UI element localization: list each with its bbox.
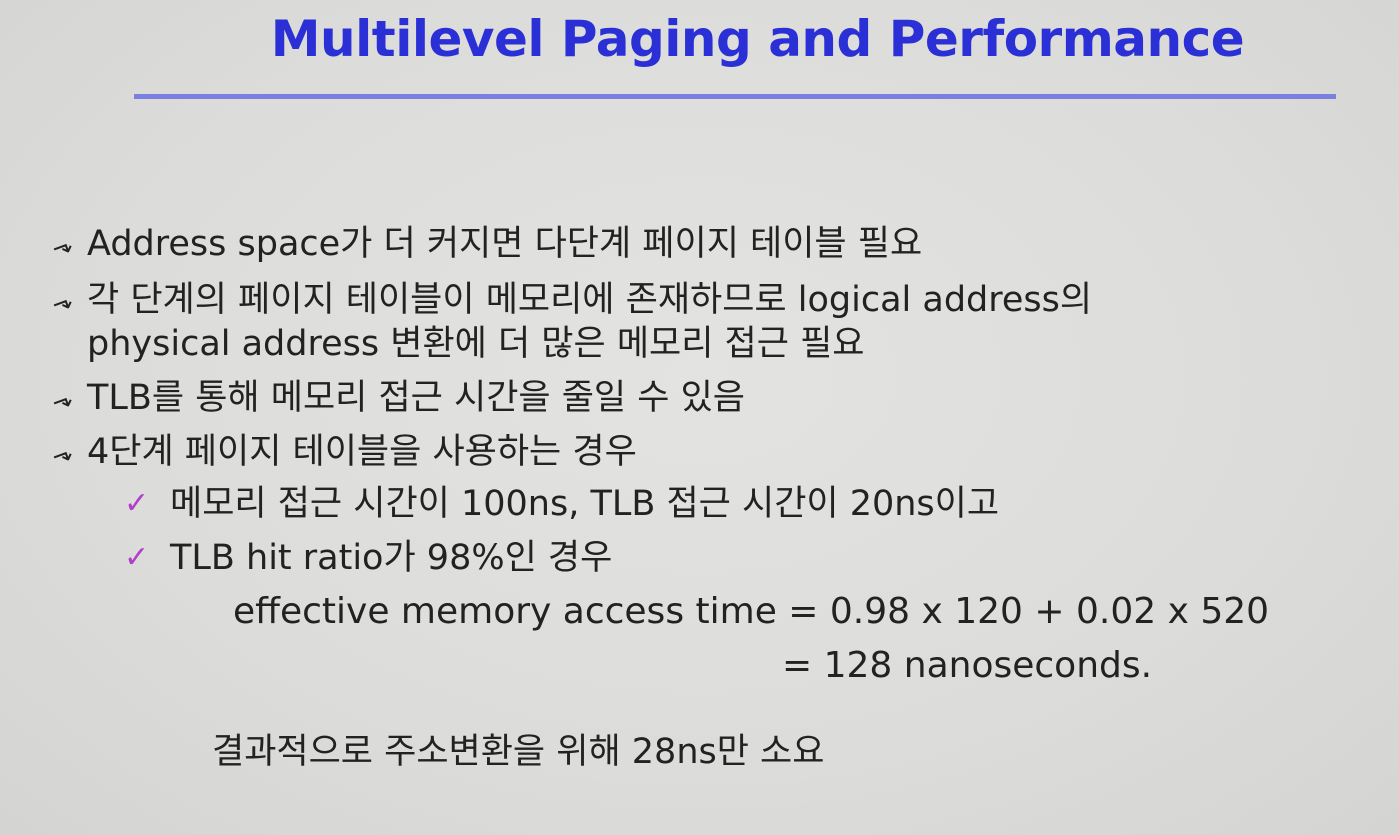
bullet-arrow-icon: ⬎ bbox=[47, 437, 77, 471]
bullet-2-text: 각 단계의 페이지 테이블이 메모리에 존재하므로 logical addres… bbox=[87, 280, 1093, 320]
title-underline bbox=[134, 94, 1336, 99]
bullet-arrow-icon: ⬎ bbox=[47, 285, 77, 319]
slide: Multilevel Paging and Performance ⬎ Addr… bbox=[0, 0, 1399, 835]
slide-title: Multilevel Paging and Performance bbox=[270, 10, 1245, 68]
bullet-arrow-icon: ⬎ bbox=[47, 229, 77, 263]
bullet-1-text: Address space가 더 커지면 다단계 페이지 테이블 필요 bbox=[87, 224, 923, 264]
bullet-3-text: TLB를 통해 메모리 접근 시간을 줄일 수 있음 bbox=[87, 378, 745, 418]
checkmark-icon: ✓ bbox=[124, 540, 150, 575]
sub-bullet-1-text: 메모리 접근 시간이 100ns, TLB 접근 시간이 20ns이고 bbox=[170, 484, 1000, 524]
conclusion-text: 결과적으로 주소변환을 위해 28ns만 소요 bbox=[212, 732, 825, 772]
bullet-4-text: 4단계 페이지 테이블을 사용하는 경우 bbox=[87, 432, 637, 472]
formula-line-2: = 128 nanoseconds. bbox=[782, 645, 1153, 686]
checkmark-icon: ✓ bbox=[124, 486, 150, 521]
sub-bullet-2-text: TLB hit ratio가 98%인 경우 bbox=[170, 538, 613, 578]
formula-line-1: effective memory access time = 0.98 x 12… bbox=[233, 591, 1270, 632]
bullet-2-continuation: physical address 변환에 더 많은 메모리 접근 필요 bbox=[87, 324, 865, 364]
bullet-arrow-icon: ⬎ bbox=[47, 383, 77, 417]
